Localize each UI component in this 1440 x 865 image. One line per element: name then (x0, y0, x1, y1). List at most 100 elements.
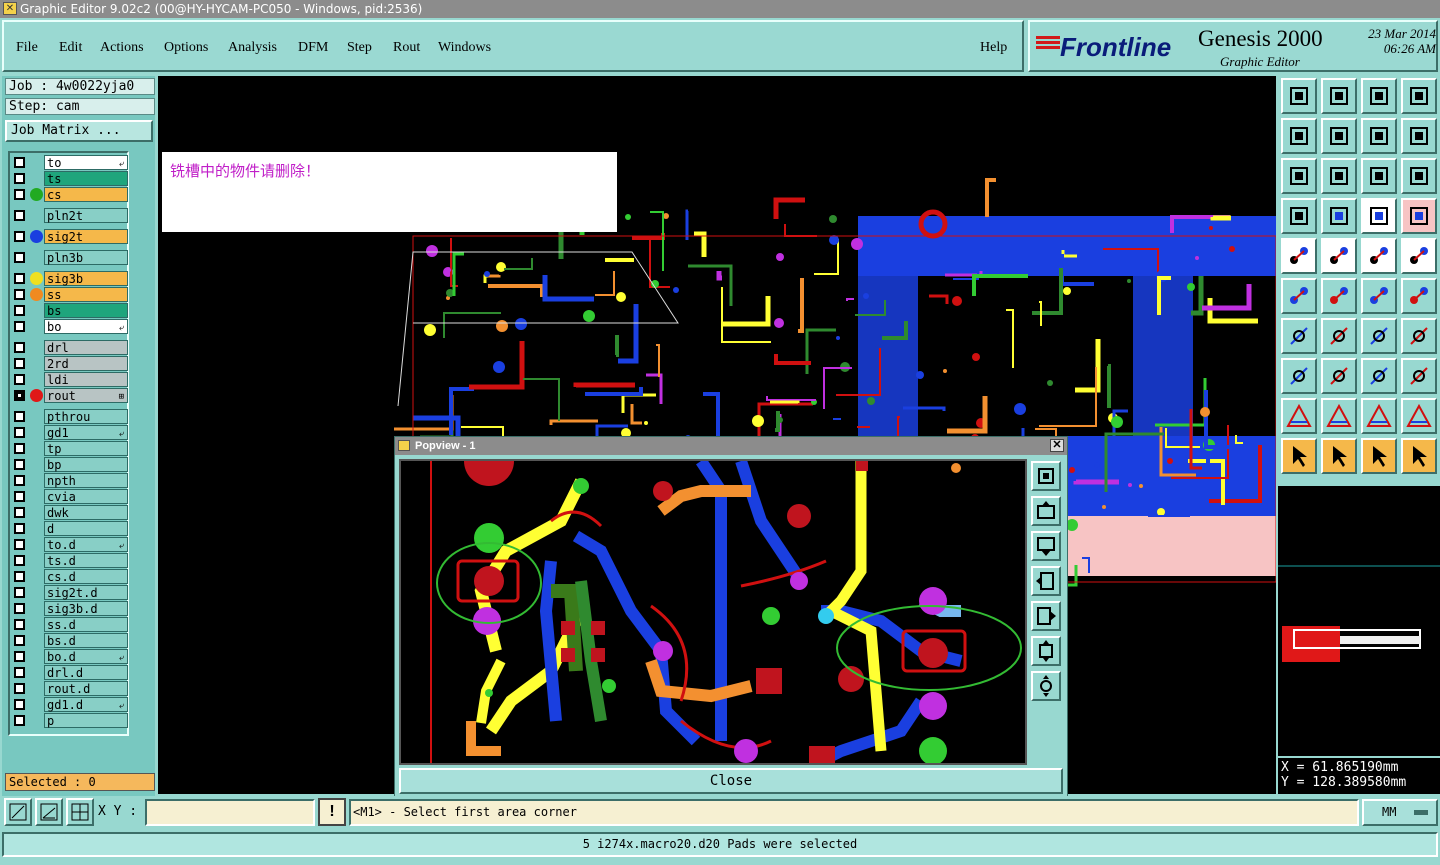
triangle-d-icon[interactable] (1401, 398, 1437, 434)
pointer-net-icon[interactable] (1401, 438, 1437, 474)
connect-icon[interactable] (1281, 278, 1317, 314)
popview-up-icon[interactable] (1031, 496, 1061, 526)
layer-row[interactable]: bo ⤶ (12, 319, 128, 334)
layer-checkbox[interactable] (14, 231, 25, 242)
menu-file[interactable]: File (16, 40, 38, 56)
layer-name[interactable]: sig2t.d (44, 585, 128, 600)
array-icon[interactable] (1361, 358, 1397, 394)
layer-checkbox[interactable] (14, 539, 25, 550)
layer-checkbox[interactable] (14, 683, 25, 694)
layer-checkbox[interactable] (14, 475, 25, 486)
layer-color-dot[interactable] (30, 188, 43, 201)
layer-name[interactable]: gd1 ⤶ (44, 425, 128, 440)
layer-row[interactable]: ts.d (12, 553, 128, 568)
layer-row[interactable]: pln3b (12, 250, 128, 265)
layer-checkbox[interactable] (14, 157, 25, 168)
layer-color-dot[interactable] (30, 230, 43, 243)
layer-row[interactable]: rout ⊞ (12, 388, 128, 403)
layer-row[interactable]: pln2t (12, 208, 128, 223)
layer-checkbox[interactable] (14, 289, 25, 300)
layer-row[interactable]: bs (12, 303, 128, 318)
layer-checkbox[interactable] (14, 358, 25, 369)
layer-checkbox[interactable] (14, 667, 25, 678)
layer-checkbox[interactable] (14, 252, 25, 263)
layer-checkbox[interactable] (14, 342, 25, 353)
snap-icon[interactable] (1401, 238, 1437, 274)
layer-name[interactable]: sig2t (44, 229, 128, 244)
move-icon[interactable] (1361, 278, 1397, 314)
menu-windows[interactable]: Windows (438, 40, 491, 56)
layer-name[interactable]: tp (44, 441, 128, 456)
layer-name[interactable]: cvia (44, 489, 128, 504)
layer-checkbox[interactable] (14, 555, 25, 566)
layer-name[interactable]: dwk (44, 505, 128, 520)
layer-row[interactable]: drl (12, 340, 128, 355)
layer-name[interactable]: npth (44, 473, 128, 488)
units-select[interactable]: MM (1362, 799, 1438, 826)
layer-name[interactable]: bs.d (44, 633, 128, 648)
layer-name[interactable]: pthrou (44, 409, 128, 424)
popview-right-icon[interactable] (1031, 601, 1061, 631)
layer-compare-icon[interactable] (1361, 198, 1397, 234)
layer-checkbox[interactable] (14, 603, 25, 614)
flip-icon[interactable] (1361, 118, 1397, 154)
menu-dfm[interactable]: DFM (298, 40, 328, 56)
layer-name[interactable]: rout ⊞ (44, 388, 128, 403)
mirror-icon[interactable] (1401, 318, 1437, 354)
layer-row[interactable]: dwk (12, 505, 128, 520)
layer-name[interactable]: gd1.d ⤶ (44, 697, 128, 712)
layer-row[interactable]: cs (12, 187, 128, 202)
layer-row[interactable]: to ⤶ (12, 155, 128, 170)
layer-name[interactable]: p (44, 713, 128, 728)
menu-help[interactable]: Help (980, 40, 1007, 56)
layer-name[interactable]: cs.d (44, 569, 128, 584)
layer-row[interactable]: d (12, 521, 128, 536)
menu-options[interactable]: Options (164, 40, 208, 56)
exclamation-icon[interactable]: ! (318, 798, 346, 826)
layer-checkbox[interactable] (14, 491, 25, 502)
layer-name[interactable]: drl.d (44, 665, 128, 680)
triangle-a-icon[interactable] (1281, 398, 1317, 434)
home-icon[interactable] (1361, 78, 1397, 114)
layer-checkbox[interactable] (14, 587, 25, 598)
layer-name[interactable]: ts.d (44, 553, 128, 568)
layer-row[interactable]: sig3b (12, 271, 128, 286)
snake-icon[interactable] (1401, 118, 1437, 154)
layer-color-dot[interactable] (30, 288, 43, 301)
layer-name[interactable]: cs (44, 187, 128, 202)
layer-row[interactable]: cvia (12, 489, 128, 504)
popview-canvas[interactable] (399, 459, 1027, 765)
arc-icon[interactable] (1361, 318, 1397, 354)
layer-row[interactable]: cs.d (12, 569, 128, 584)
center-icon[interactable] (1321, 158, 1357, 194)
layer-row[interactable]: ldi (12, 372, 128, 387)
layer-name[interactable]: ldi (44, 372, 128, 387)
layer-checkbox[interactable] (14, 189, 25, 200)
layer-row[interactable]: drl.d (12, 665, 128, 680)
layer-name[interactable]: d (44, 521, 128, 536)
polygon-icon[interactable] (1321, 238, 1357, 274)
layer-name[interactable]: bo ⤶ (44, 319, 128, 334)
popview-left-icon[interactable] (1031, 566, 1061, 596)
xy-input[interactable] (145, 799, 315, 826)
layer-row[interactable]: sig2t.d (12, 585, 128, 600)
layer-name[interactable]: bp (44, 457, 128, 472)
transform-icon[interactable] (1401, 358, 1437, 394)
layer-checkbox[interactable] (14, 411, 25, 422)
delete-icon[interactable] (1321, 278, 1357, 314)
layer-checkbox[interactable] (14, 173, 25, 184)
pointer-icon[interactable] (1281, 438, 1317, 474)
popview-center-icon[interactable] (1031, 671, 1061, 701)
layer-checkbox[interactable] (14, 715, 25, 726)
layer-color-dot[interactable] (30, 389, 43, 402)
zoom-area-icon[interactable] (4, 798, 32, 826)
measure-icon[interactable] (35, 798, 63, 826)
triangle-b-icon[interactable] (1321, 398, 1357, 434)
layer-row[interactable]: pthrou (12, 409, 128, 424)
pointer-box-icon[interactable] (1321, 438, 1357, 474)
layer-checkbox[interactable] (14, 443, 25, 454)
measure-icon[interactable] (1281, 198, 1317, 234)
layer-row[interactable]: tp (12, 441, 128, 456)
popview-zoom-in-icon[interactable] (1031, 461, 1061, 491)
layer-row[interactable]: to.d ⤶ (12, 537, 128, 552)
